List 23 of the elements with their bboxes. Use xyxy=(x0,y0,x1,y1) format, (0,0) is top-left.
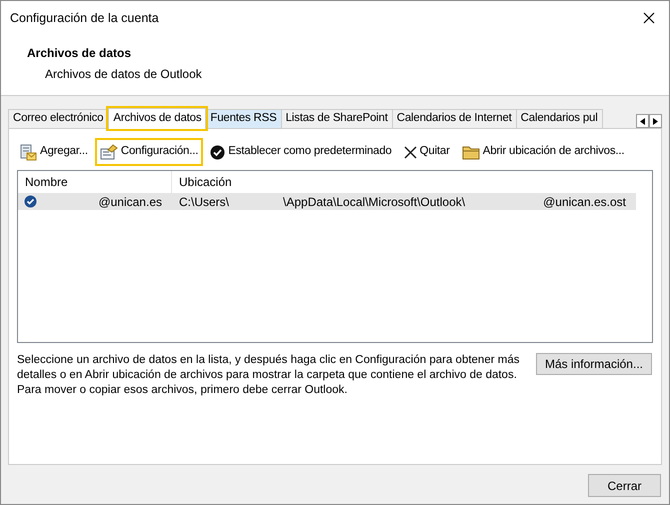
toolbar-button[interactable]: Quitar xyxy=(400,140,453,164)
tab[interactable]: Correo electrónico xyxy=(8,109,108,128)
toolbar-button[interactable]: Configuración... xyxy=(96,140,202,164)
table-cell-text: \AppData\Local\Microsoft\Outlook\ xyxy=(283,194,466,210)
description-text: Seleccione un archivo de datos en la lista, y después haga clic en Configuración para obtener más detalles o en Abrir ubicación de archivos para mostrar la carpeta que contiene el archivo de datos. Para mover o copiar esos archivos, primero debe cerrar Outlook. xyxy=(17,353,520,398)
table-row[interactable]: @unican.es C:\Users\ \AppData\Local\Microsoft\Outlook\ @unican.es.ost xyxy=(18,193,636,210)
section-title: Archivos de datos xyxy=(27,45,132,62)
toolbar-button[interactable]: Establecer como predeterminado xyxy=(207,140,395,164)
tab[interactable]: Calendarios pul xyxy=(516,109,603,128)
more-info-button[interactable]: Más información... xyxy=(536,353,652,375)
table-cell-text: @unican.es xyxy=(98,194,163,210)
tab[interactable]: Listas de SharePoint xyxy=(282,109,393,128)
close-button[interactable]: Cerrar xyxy=(588,474,661,497)
table-cell-text: C:\Users\ xyxy=(179,194,230,210)
column-header[interactable]: Ubicación xyxy=(172,171,652,193)
toolbar-button[interactable]: Abrir ubicación de archivos... xyxy=(458,140,628,164)
table-cell-text: @unican.es.ost xyxy=(543,194,626,210)
tab[interactable]: Calendarios de Internet xyxy=(392,109,517,128)
section-subtitle: Archivos de datos de Outlook xyxy=(44,66,203,83)
window-title: Configuración de la cuenta xyxy=(10,10,159,27)
toolbar-button[interactable]: Agregar... xyxy=(17,140,91,164)
tab[interactable]: Fuentes RSS xyxy=(206,109,282,128)
tab[interactable]: Archivos de datos xyxy=(108,108,206,129)
